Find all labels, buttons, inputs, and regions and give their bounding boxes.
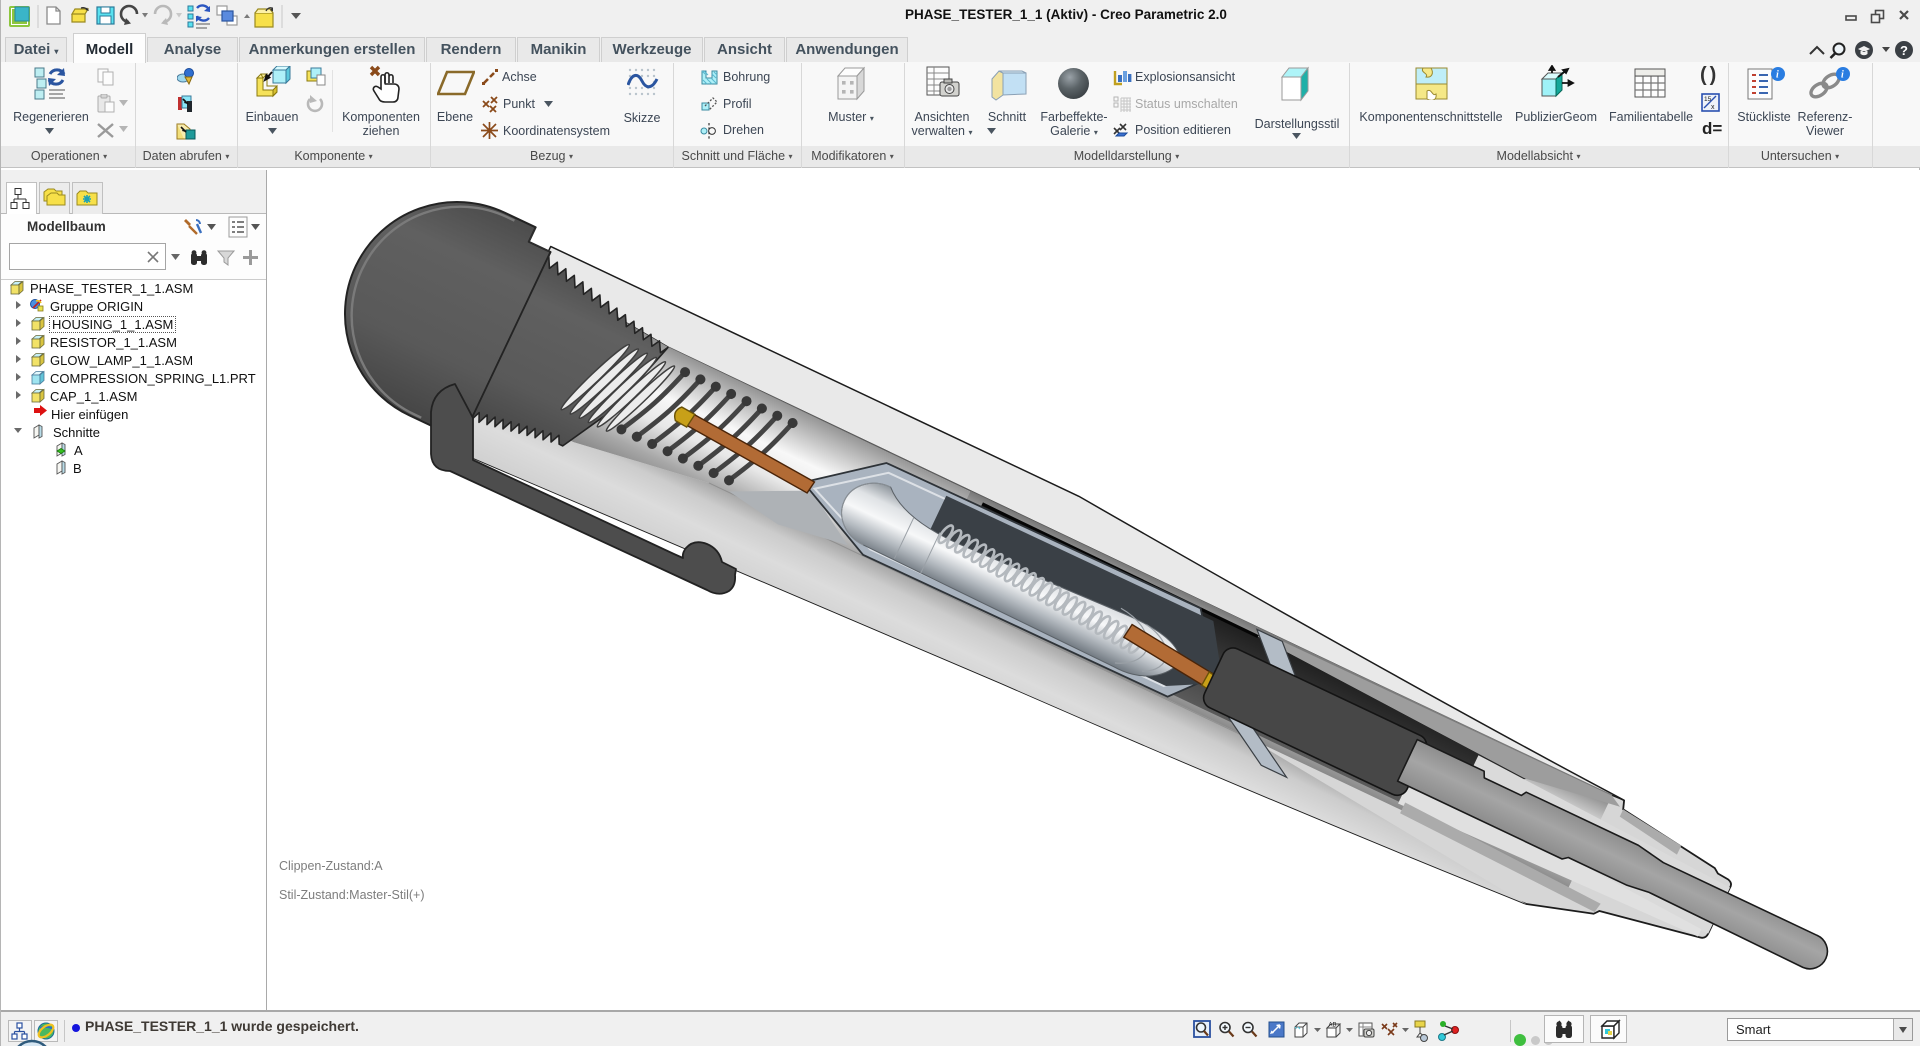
svg-text:AB: AB	[1329, 1023, 1337, 1029]
svg-text:i: i	[1776, 70, 1779, 81]
svg-text:i: i	[1841, 70, 1844, 81]
svg-text:x: x	[1711, 104, 1715, 111]
svg-text:?: ?	[1900, 43, 1908, 58]
